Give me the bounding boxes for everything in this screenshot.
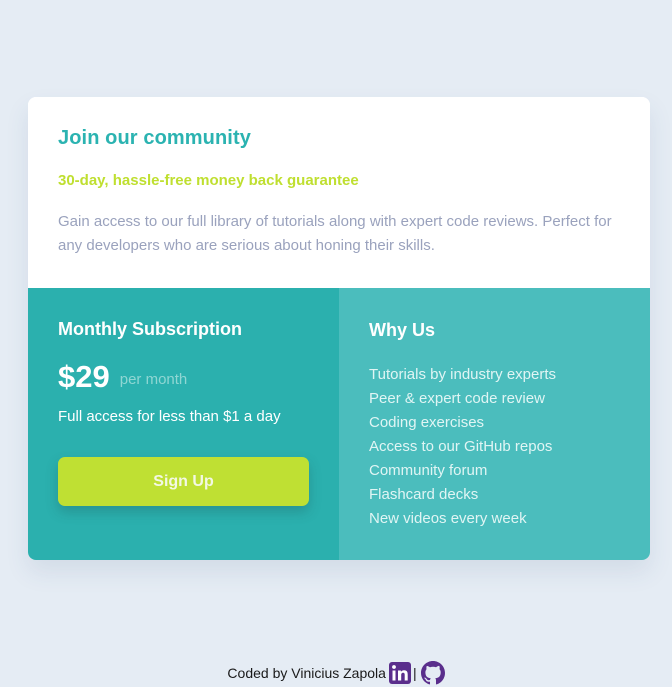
subscription-title: Monthly Subscription [58,319,242,339]
sign-up-button[interactable]: Sign Up [58,457,309,506]
subscription-panel: Monthly Subscription $29 per month Full … [28,288,339,560]
why-us-title: Why Us [369,320,436,340]
price-period: per month [119,370,188,388]
community-section: Join our community 30-day, hassle-free m… [28,97,650,288]
github-icon [420,661,445,685]
list-item: New videos every week [369,510,527,527]
card-title: Join our community [58,127,251,149]
guarantee-text: 30-day, hassle-free money back guarantee [58,172,359,189]
linkedin-link[interactable] [388,662,411,684]
list-item: Tutorials by industry experts [369,366,557,383]
why-us-list: Tutorials by industry experts Peer & exp… [369,363,556,531]
footer: Coded by Vinicius Zapola | [0,661,672,685]
list-item: Community forum [369,462,488,479]
pricing-card: Join our community 30-day, hassle-free m… [28,97,650,560]
linkedin-icon [388,662,411,684]
list-item: Access to our GitHub repos [369,438,553,455]
footer-credit: Coded by Vinicius Zapola [227,665,386,681]
price-amount: $29 [58,359,110,394]
access-text: Full access for less than $1 a day [58,408,281,425]
list-item: Coding exercises [369,414,485,431]
github-link[interactable] [420,661,445,685]
card-description: Gain access to our full library of tutor… [58,213,612,254]
list-item: Flashcard decks [369,486,479,503]
footer-separator: | [412,665,417,681]
list-item: Peer & expert code review [369,390,545,407]
price-row: $29 per month [58,359,187,395]
why-us-panel: Why Us Tutorials by industry experts Pee… [339,288,650,560]
